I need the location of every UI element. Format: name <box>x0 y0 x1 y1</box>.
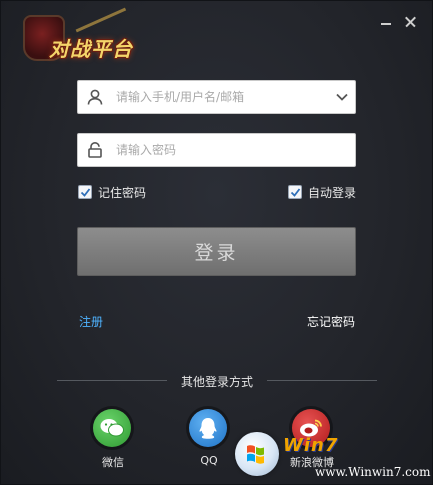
chevron-down-icon[interactable] <box>335 90 349 104</box>
close-button[interactable] <box>403 15 417 29</box>
wechat-icon[interactable] <box>93 409 131 447</box>
checkmark-icon <box>80 188 91 197</box>
password-field[interactable] <box>77 133 356 167</box>
password-input[interactable] <box>116 134 336 166</box>
username-input[interactable] <box>116 81 336 113</box>
app-logo: 对战平台 <box>23 7 148 73</box>
remember-checkbox-box[interactable] <box>78 185 92 199</box>
weibo-icon[interactable] <box>292 409 330 447</box>
other-login-title: 其他登录方式 <box>181 375 254 389</box>
checkmark-icon <box>290 188 301 197</box>
auto-login-checkbox[interactable]: 自动登录 <box>288 184 356 200</box>
wechat-label: 微信 <box>102 456 124 469</box>
qq-label: QQ <box>200 454 218 467</box>
auto-login-checkbox-box[interactable] <box>288 185 302 199</box>
logo-title: 对战平台 <box>49 37 133 61</box>
divider-right <box>267 380 377 381</box>
weibo-login-button[interactable]: 新浪微博 <box>290 409 334 469</box>
login-window: 对战平台 记住密码 <box>0 0 433 485</box>
minimize-button[interactable] <box>379 15 393 29</box>
remember-password-checkbox[interactable]: 记住密码 <box>78 184 146 200</box>
qq-login-button[interactable]: QQ <box>189 409 229 467</box>
auto-login-label: 自动登录 <box>308 185 357 200</box>
user-icon <box>87 89 103 105</box>
remember-password-label: 记住密码 <box>98 185 147 200</box>
username-field[interactable] <box>77 80 356 114</box>
login-button[interactable]: 登录 <box>77 227 356 276</box>
wechat-login-button[interactable]: 微信 <box>93 409 133 469</box>
forgot-password-link[interactable]: 忘记密码 <box>307 313 355 330</box>
qq-icon[interactable] <box>189 409 227 447</box>
weibo-label: 新浪微博 <box>290 456 334 469</box>
lock-icon <box>88 142 102 158</box>
divider-left <box>57 380 167 381</box>
register-link[interactable]: 注册 <box>79 313 103 330</box>
